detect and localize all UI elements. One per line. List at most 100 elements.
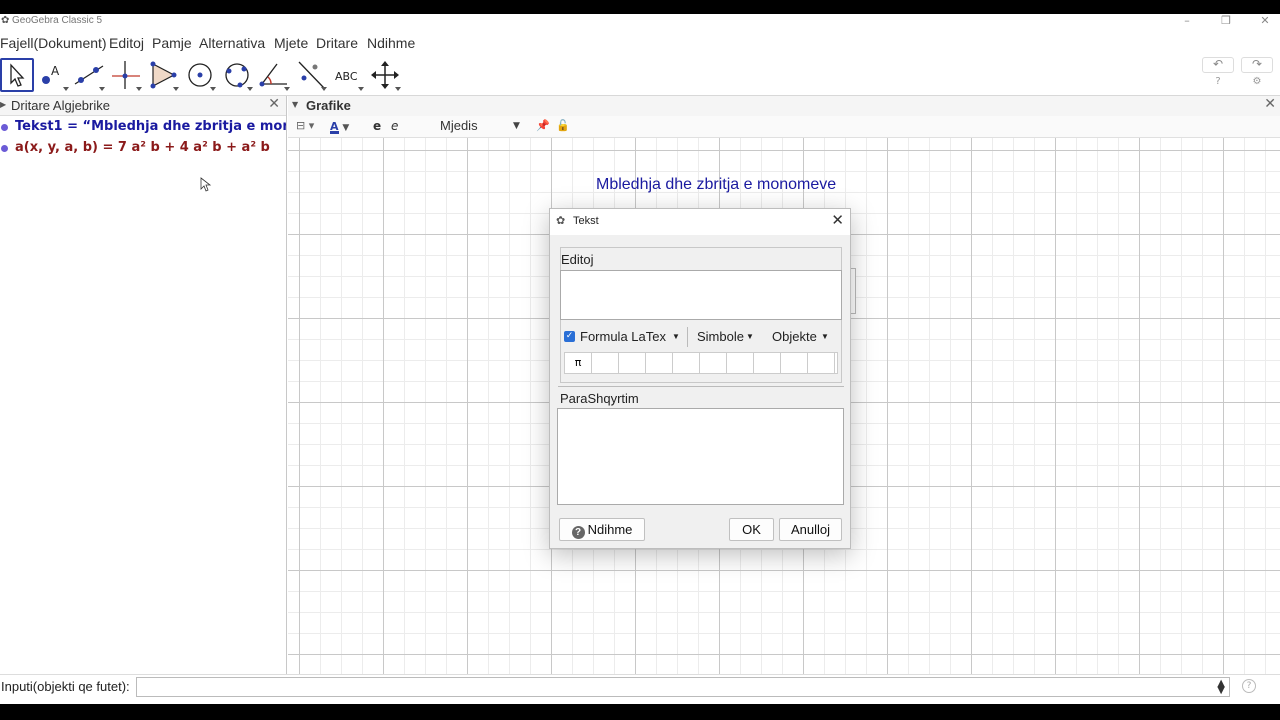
- tool-menu-arrow-icon: [247, 87, 253, 91]
- symbol-cell[interactable]: [592, 353, 619, 373]
- help-icon[interactable]: ?: [1212, 76, 1224, 88]
- visibility-toggle-icon[interactable]: [1, 124, 8, 131]
- objects-dropdown-arrow-icon[interactable]: ▼: [821, 332, 829, 341]
- italic-button[interactable]: e: [391, 118, 398, 134]
- objects-dropdown[interactable]: Objekte: [772, 329, 817, 344]
- algebra-item-expression: a(x, y, a, b) = 7 a² b + 4 a² b + a² b: [15, 140, 270, 155]
- conic-tool-button[interactable]: [220, 58, 254, 92]
- tool-menu-arrow-icon: [63, 87, 69, 91]
- algebra-item-text: Tekst1 = “Mbledhja dhe zbritja e monomev: [15, 119, 286, 134]
- menu-edit[interactable]: Editoj: [109, 35, 144, 51]
- bold-button[interactable]: e: [373, 118, 381, 134]
- help-button[interactable]: ? Ndihme: [559, 518, 645, 541]
- tool-menu-arrow-icon: [321, 87, 327, 91]
- tool-menu-arrow-icon: [395, 87, 401, 91]
- symbol-cell[interactable]: [700, 353, 727, 373]
- dialog-separator: [558, 386, 844, 387]
- collapse-arrow-icon[interactable]: ▼: [292, 100, 298, 109]
- algebra-item-function-a[interactable]: a(x, y, a, b) = 7 a² b + 4 a² b + a² b: [0, 139, 286, 159]
- minimize-button[interactable]: –: [1172, 14, 1202, 30]
- latex-dropdown-arrow-icon[interactable]: ▼: [672, 332, 680, 341]
- graphics-view-header: ▼ Grafike ✕: [288, 96, 1280, 116]
- tool-menu-arrow-icon: [99, 87, 105, 91]
- symbol-cell[interactable]: [619, 353, 646, 373]
- gear-icon[interactable]: ⚙: [1251, 76, 1263, 88]
- point-tool-button[interactable]: A: [36, 58, 70, 92]
- algebra-item-text1[interactable]: Tekst1 = “Mbledhja dhe zbritja e monomev: [0, 118, 286, 138]
- screen: ✿ GeoGebra Classic 5 – ❒ ✕ Fajell(Dokume…: [0, 0, 1280, 720]
- line-tool-button[interactable]: [72, 58, 106, 92]
- tool-menu-arrow-icon: [210, 87, 216, 91]
- close-graphics-view-icon[interactable]: ✕: [1264, 96, 1276, 112]
- collapse-arrow-icon[interactable]: ▶: [0, 100, 6, 109]
- text-edit-area[interactable]: [560, 270, 842, 320]
- window-title: GeoGebra Classic 5: [12, 15, 103, 26]
- tool-menu-arrow-icon: [284, 87, 290, 91]
- menu-options[interactable]: Alternativa: [199, 35, 265, 51]
- latex-formula-dropdown[interactable]: Formula LaTex: [580, 329, 666, 344]
- symbol-cell[interactable]: [781, 353, 808, 373]
- symbol-cell[interactable]: [646, 353, 673, 373]
- preview-area: [557, 408, 844, 505]
- menu-file[interactable]: Fajell(Dokument): [0, 35, 107, 51]
- move-graphics-tool-button[interactable]: [368, 58, 402, 92]
- text-color-button[interactable]: A ▼: [330, 118, 349, 136]
- ok-button[interactable]: OK: [729, 518, 774, 541]
- svg-text:ABC: ABC: [335, 70, 358, 83]
- visibility-toggle-icon[interactable]: [1, 145, 8, 152]
- move-tool-button[interactable]: [0, 58, 34, 92]
- text-size-dropdown[interactable]: Mjedis: [440, 118, 478, 134]
- geogebra-logo-icon: ✿: [1, 15, 10, 26]
- menu-window[interactable]: Dritare: [316, 35, 358, 51]
- axes-toggle-icon[interactable]: ⊟ ▾: [296, 118, 314, 134]
- pin-icon[interactable]: 📌: [536, 118, 550, 134]
- mouse-cursor-icon: [200, 177, 212, 192]
- edit-section-label: Editoj: [561, 252, 594, 267]
- circle-tool-button[interactable]: [183, 58, 217, 92]
- svg-text:A: A: [51, 64, 60, 78]
- title-bar: ✿ GeoGebra Classic 5 – ❒ ✕: [0, 14, 1280, 30]
- close-algebra-view-icon[interactable]: ✕: [268, 96, 280, 112]
- latex-options-row: ✓ Formula LaTex ▼ Simbole ▼ Objekte ▼: [562, 326, 842, 348]
- tool-menu-arrow-icon: [173, 87, 179, 91]
- symbols-dropdown-arrow-icon[interactable]: ▼: [746, 332, 754, 341]
- symbol-cell[interactable]: π: [565, 353, 592, 373]
- lock-icon[interactable]: 🔓: [556, 118, 570, 134]
- input-field[interactable]: ▲ ▼: [136, 677, 1230, 697]
- geogebra-window: ✿ GeoGebra Classic 5 – ❒ ✕ Fajell(Dokume…: [0, 14, 1280, 704]
- latex-checkbox[interactable]: ✓: [564, 331, 575, 342]
- help-button-label: Ndihme: [587, 522, 633, 537]
- graphics-view-title: Grafike: [306, 98, 351, 113]
- undo-button[interactable]: ↶: [1202, 57, 1234, 73]
- canvas-text-object[interactable]: Mbledhja dhe zbritja e monomeve: [596, 176, 836, 194]
- perpendicular-tool-button[interactable]: [109, 58, 143, 92]
- cancel-button[interactable]: Anulloj: [779, 518, 842, 541]
- geogebra-logo-icon: ✿: [556, 214, 566, 227]
- symbol-cell[interactable]: [808, 353, 835, 373]
- symbol-cell[interactable]: [727, 353, 754, 373]
- close-dialog-icon[interactable]: ✕: [831, 211, 844, 229]
- angle-tool-button[interactable]: [257, 58, 291, 92]
- input-history-spinner-icon[interactable]: ▲ ▼: [1217, 679, 1225, 696]
- reflect-tool-button[interactable]: [294, 58, 328, 92]
- maximize-button[interactable]: ❒: [1211, 14, 1241, 30]
- symbol-cell[interactable]: [754, 353, 781, 373]
- input-help-icon[interactable]: ?: [1242, 679, 1256, 693]
- dialog-title: Tekst: [573, 215, 599, 227]
- symbol-cell[interactable]: [673, 353, 700, 373]
- close-window-button[interactable]: ✕: [1250, 14, 1280, 30]
- style-bar: ⊟ ▾ A ▼ e e Mjedis ▼ 📌 🔓: [288, 116, 1280, 138]
- symbol-quick-bar: π: [564, 352, 838, 374]
- menu-view[interactable]: Pamje: [152, 35, 192, 51]
- text-tool-button[interactable]: ABC: [331, 58, 365, 92]
- menu-tools[interactable]: Mjete: [274, 35, 308, 51]
- move-tool-icon: [10, 63, 25, 87]
- text-size-dropdown-arrow-icon[interactable]: ▼: [513, 118, 520, 134]
- question-icon: ?: [571, 526, 585, 539]
- redo-button[interactable]: ↷: [1241, 57, 1273, 73]
- menu-help[interactable]: Ndihme: [367, 35, 415, 51]
- algebra-view-header: ▶ Dritare Algjebrike ✕: [0, 96, 286, 116]
- symbols-dropdown[interactable]: Simbole: [697, 329, 744, 344]
- polygon-tool-button[interactable]: [146, 58, 180, 92]
- input-bar: Inputi(objekti qe futet): ▲ ▼ ?: [0, 674, 1280, 698]
